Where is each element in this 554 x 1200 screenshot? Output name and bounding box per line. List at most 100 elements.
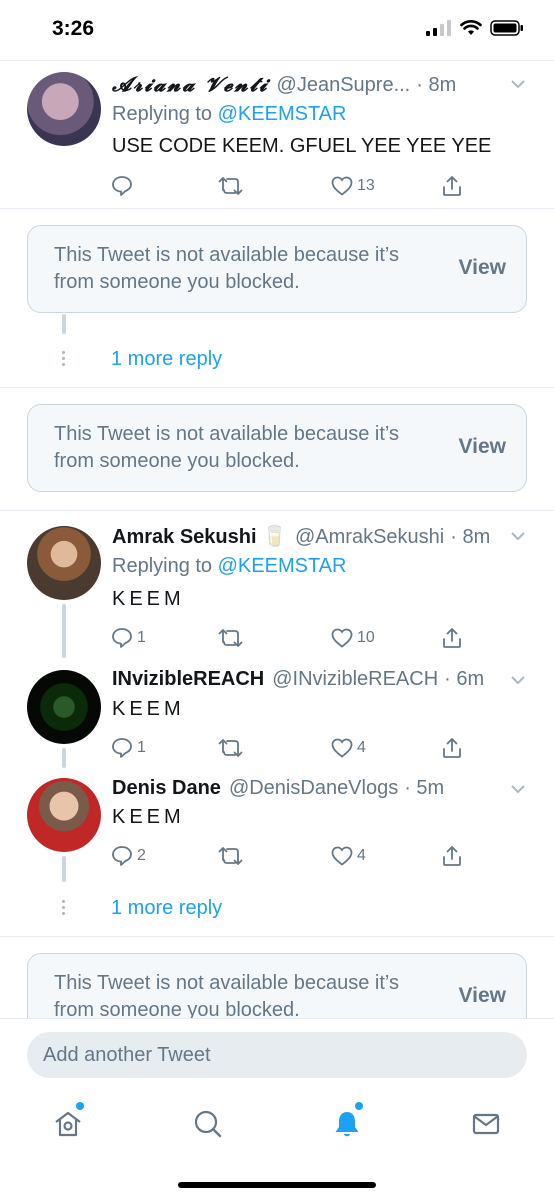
reply-button[interactable]: 1 bbox=[110, 736, 146, 760]
retweet-icon bbox=[218, 847, 243, 865]
tab-messages[interactable] bbox=[466, 1104, 506, 1144]
like-button[interactable]: 13 bbox=[330, 174, 375, 198]
like-button[interactable]: 4 bbox=[330, 736, 366, 760]
author-handle[interactable]: @INvizibleREACH bbox=[272, 668, 438, 691]
author-handle[interactable]: @AmrakSekushi bbox=[295, 526, 444, 549]
tweet-actions: 1 10 bbox=[110, 626, 470, 650]
chevron-down-icon[interactable] bbox=[510, 76, 526, 92]
reply-button[interactable] bbox=[110, 174, 137, 198]
tab-search[interactable] bbox=[188, 1104, 228, 1144]
reply-icon bbox=[112, 846, 132, 866]
like-button[interactable]: 10 bbox=[330, 626, 375, 650]
more-reply-link[interactable]: 1 more reply bbox=[111, 897, 222, 920]
unread-dot bbox=[76, 1102, 84, 1110]
tweet-time: · 6m bbox=[444, 668, 485, 690]
retweet-button[interactable] bbox=[218, 844, 247, 868]
reply-icon bbox=[112, 628, 132, 648]
reply-button[interactable]: 2 bbox=[110, 844, 146, 868]
replying-to-handle[interactable]: @KEEMSTAR bbox=[218, 555, 347, 577]
chevron-down-icon[interactable] bbox=[510, 781, 526, 797]
tweet-actions: 1 4 bbox=[110, 736, 470, 760]
retweet-button[interactable] bbox=[218, 174, 247, 198]
author-name[interactable]: Amrak Sekushi 🥛 bbox=[112, 524, 287, 549]
tweet-header: Amrak Sekushi 🥛 @AmrakSekushi · 8m bbox=[112, 524, 490, 549]
replying-to-handle[interactable]: @KEEMSTAR bbox=[218, 103, 347, 125]
divider bbox=[0, 387, 554, 388]
replying-to: Replying to @KEEMSTAR bbox=[112, 555, 346, 578]
blocked-tweet-text: This Tweet is not available because it’s… bbox=[54, 423, 400, 472]
share-button[interactable] bbox=[440, 736, 464, 760]
tweet-time: · 8m bbox=[416, 74, 457, 96]
replying-to-label: Replying to bbox=[112, 555, 213, 577]
notifications-icon bbox=[335, 1112, 359, 1137]
chevron-down-icon[interactable] bbox=[510, 672, 526, 688]
author-handle[interactable]: @JeanSupre... bbox=[277, 74, 411, 97]
author-name[interactable]: 𝓐𝓻𝓲𝓪𝓷𝓪 𝓥𝓮𝓷𝓽𝓲 bbox=[112, 72, 269, 96]
thread-line bbox=[62, 314, 66, 334]
share-button[interactable] bbox=[440, 844, 464, 868]
status-icons bbox=[426, 20, 524, 36]
blocked-tweet-text: This Tweet is not available because it’s… bbox=[54, 972, 400, 1021]
author-name[interactable]: INvizibleREACH bbox=[112, 668, 264, 691]
author-handle[interactable]: @DenisDaneVlogs bbox=[229, 777, 398, 800]
like-button[interactable]: 4 bbox=[330, 844, 366, 868]
tweet-header: INvizibleREACH @INvizibleREACH · 6m bbox=[112, 668, 484, 691]
status-time: 3:26 bbox=[52, 17, 95, 40]
share-icon bbox=[443, 628, 461, 648]
battery-icon bbox=[490, 20, 523, 36]
reply-icon bbox=[112, 176, 132, 196]
retweet-button[interactable] bbox=[218, 736, 247, 760]
home-icon bbox=[55, 1111, 81, 1137]
reply-button[interactable]: 1 bbox=[110, 626, 146, 650]
share-icon bbox=[443, 176, 461, 196]
heart-icon bbox=[331, 176, 353, 196]
tweet-header: Denis Dane @DenisDaneVlogs · 5m bbox=[112, 777, 444, 800]
tab-notifications[interactable] bbox=[327, 1102, 367, 1144]
tweet-actions: 2 4 bbox=[110, 844, 470, 868]
tweet-text: KEEM bbox=[112, 588, 185, 610]
search-icon bbox=[194, 1110, 222, 1138]
retweet-button[interactable] bbox=[218, 626, 247, 650]
blocked-tweet-text: This Tweet is not available because it’s… bbox=[54, 244, 400, 293]
avatar[interactable] bbox=[27, 778, 101, 852]
avatar[interactable] bbox=[27, 526, 101, 600]
more-reply-link[interactable]: 1 more reply bbox=[111, 348, 222, 371]
share-button[interactable] bbox=[440, 174, 464, 198]
tweet-actions: 13 bbox=[110, 174, 470, 198]
more-dots-icon bbox=[62, 900, 66, 918]
home-indicator bbox=[178, 1182, 376, 1188]
divider bbox=[0, 208, 554, 209]
reply-count: 1 bbox=[137, 739, 146, 756]
like-count: 10 bbox=[357, 629, 375, 646]
tweet-time: · 5m bbox=[404, 777, 445, 799]
chevron-down-icon[interactable] bbox=[510, 528, 526, 544]
heart-icon bbox=[331, 628, 353, 648]
view-button[interactable]: View bbox=[459, 435, 506, 459]
unread-dot bbox=[355, 1102, 363, 1110]
add-tweet-input[interactable] bbox=[27, 1032, 527, 1078]
view-button[interactable]: View bbox=[459, 256, 506, 280]
share-icon bbox=[443, 846, 461, 866]
reply-icon bbox=[112, 738, 132, 758]
tweet-text: USE CODE KEEM. GFUEL YEE YEE YEE bbox=[112, 135, 492, 157]
avatar[interactable] bbox=[27, 72, 101, 146]
thread-line bbox=[62, 604, 66, 658]
reply-count: 2 bbox=[137, 847, 146, 864]
view-button[interactable]: View bbox=[459, 984, 506, 1008]
messages-icon bbox=[472, 1113, 500, 1135]
avatar[interactable] bbox=[27, 670, 101, 744]
retweet-icon bbox=[218, 739, 243, 757]
like-count: 4 bbox=[357, 739, 366, 756]
blocked-tweet-card: This Tweet is not available because it’s… bbox=[27, 404, 527, 492]
share-button[interactable] bbox=[440, 626, 464, 650]
author-name[interactable]: Denis Dane bbox=[112, 777, 221, 800]
cellular-signal-icon bbox=[426, 20, 451, 36]
like-count: 4 bbox=[357, 847, 366, 864]
tweet-header: 𝓐𝓻𝓲𝓪𝓷𝓪 𝓥𝓮𝓷𝓽𝓲 @JeanSupre... · 8m bbox=[112, 72, 456, 97]
replying-to-label: Replying to bbox=[112, 103, 213, 125]
heart-icon bbox=[331, 738, 353, 758]
thread-line bbox=[62, 748, 66, 768]
heart-icon bbox=[331, 846, 353, 866]
thread-line bbox=[62, 856, 66, 882]
tab-home[interactable] bbox=[48, 1102, 88, 1144]
